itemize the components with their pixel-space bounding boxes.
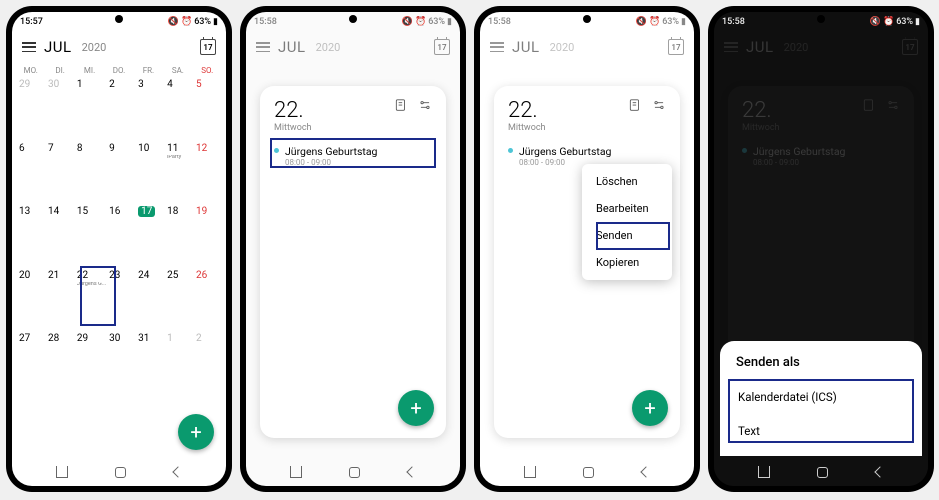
ctx-copy[interactable]: Kopieren	[582, 249, 672, 276]
nav-bar	[12, 458, 226, 486]
nav-home[interactable]	[583, 467, 594, 478]
screen-month: 15:57 🔇 ⏰ 63% ▮ JUL 2020 17 MO.DI.MI.DO.…	[12, 12, 226, 486]
nav-back[interactable]	[172, 466, 183, 477]
mute-icon: 🔇	[168, 17, 179, 27]
nav-recent[interactable]	[524, 466, 536, 478]
menu-icon[interactable]	[22, 42, 36, 52]
ctx-edit[interactable]: Bearbeiten	[582, 195, 672, 222]
highlight-event	[270, 138, 436, 168]
note-icon[interactable]	[628, 98, 642, 112]
calendar-header: JUL 2020 17	[12, 32, 226, 62]
add-event-button[interactable]: +	[632, 390, 668, 426]
screen-sendas: 15:58 🔇⏰63%▮ JUL 2020 17 22. Mittwoch	[714, 12, 928, 486]
camera-notch	[115, 15, 123, 23]
year-label: 2020	[82, 41, 107, 54]
nav-recent[interactable]	[56, 466, 68, 478]
calendar-header: JUL 2020 17	[714, 32, 928, 62]
settings-icon[interactable]	[418, 98, 432, 112]
nav-back[interactable]	[640, 466, 651, 477]
highlight-send	[596, 222, 670, 250]
nav-home[interactable]	[817, 467, 828, 478]
today-button[interactable]: 17	[200, 39, 216, 55]
month-grid[interactable]: 29 30 1 2 3 4 5 6 7 8 9 10 11iParty 12 1…	[12, 77, 226, 458]
status-right: 🔇 ⏰ 63% ▮	[168, 17, 218, 27]
battery-icon: ▮	[213, 17, 218, 27]
phone-2: 15:58 🔇⏰63%▮ JUL 2020 17 22. Mittwoch	[240, 6, 466, 492]
nav-home[interactable]	[115, 467, 126, 478]
weekday-row: MO.DI.MI.DO.FR.SA.SO.	[12, 62, 226, 77]
day-card: 22. Mittwoch Jürgens Geburtstag 08:00 - …	[260, 86, 446, 438]
nav-bar	[480, 458, 694, 486]
phone-1: 15:57 🔇 ⏰ 63% ▮ JUL 2020 17 MO.DI.MI.DO.…	[6, 6, 232, 492]
add-event-button[interactable]: +	[398, 390, 434, 426]
month-label[interactable]: JUL	[44, 38, 72, 56]
nav-recent[interactable]	[758, 466, 770, 478]
screen-daycard: 15:58 🔇⏰63%▮ JUL 2020 17 22. Mittwoch	[246, 12, 460, 486]
event-dot-icon	[508, 148, 513, 153]
phone-3: 15:58 🔇⏰63%▮ JUL 2020 17 22. Mittwoch	[474, 6, 700, 492]
camera-notch	[817, 15, 825, 23]
nav-bar	[714, 458, 928, 486]
add-event-button[interactable]: +	[178, 414, 214, 450]
nav-back[interactable]	[874, 466, 885, 477]
battery-pct: 63%	[194, 17, 211, 27]
day-name: Mittwoch	[274, 123, 312, 133]
status-time: 15:57	[20, 17, 43, 27]
note-icon[interactable]	[394, 98, 408, 112]
highlight-day-22	[80, 266, 116, 326]
camera-notch	[583, 15, 591, 23]
ctx-delete[interactable]: Löschen	[582, 168, 672, 195]
calendar-header: JUL 2020 17	[480, 32, 694, 62]
screen-contextmenu: 15:58 🔇⏰63%▮ JUL 2020 17 22. Mittwoch	[480, 12, 694, 486]
highlight-sheet-options	[728, 379, 914, 443]
alarm-icon: ⏰	[181, 17, 192, 27]
sheet-title: Senden als	[736, 355, 906, 370]
send-as-sheet: Senden als Kalenderdatei (ICS) Text	[720, 341, 922, 456]
settings-icon[interactable]	[652, 98, 666, 112]
day-number: 22.	[274, 98, 312, 123]
phone-4: 15:58 🔇⏰63%▮ JUL 2020 17 22. Mittwoch	[708, 6, 934, 492]
camera-notch	[349, 15, 357, 23]
